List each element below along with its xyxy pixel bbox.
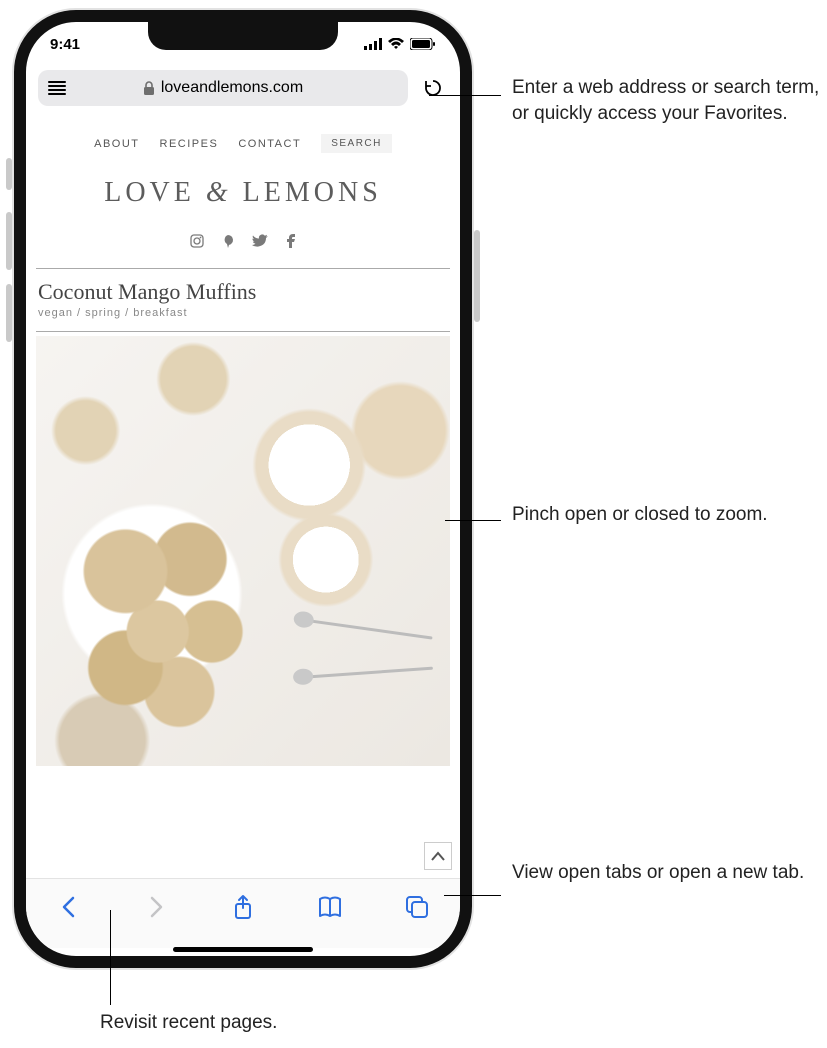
scroll-to-top-button[interactable] [424,842,452,870]
leader-line [429,95,501,96]
reader-view-icon[interactable] [48,81,66,95]
brand-text-pre: LOVE [104,177,195,208]
phone-mute-switch [6,158,12,190]
phone-volume-down [6,284,12,342]
recipe-title[interactable]: Coconut Mango Muffins [26,273,460,307]
brand-text-post: LEMONS [243,177,382,208]
recipe-tags[interactable]: vegan / spring / breakfast [26,307,460,327]
twitter-icon[interactable] [252,234,268,248]
battery-icon [410,38,436,50]
wifi-icon [388,38,404,50]
status-indicators [364,38,436,50]
forward-button [136,887,176,927]
lock-icon [143,81,155,95]
nav-contact[interactable]: CONTACT [238,138,301,150]
share-button[interactable] [223,887,263,927]
share-icon [233,894,253,920]
refresh-button[interactable] [418,73,448,103]
hero-spoon [310,620,433,640]
divider [36,268,450,269]
facebook-icon[interactable] [286,234,296,248]
chevron-left-icon [61,896,77,918]
hero-spoon [309,667,433,679]
url-text: loveandlemons.com [161,79,303,97]
phone-volume-up [6,212,12,270]
callout-urlbar: Enter a web address or search term, or q… [512,75,822,126]
pinterest-icon[interactable] [222,234,234,248]
callout-tabs: View open tabs or open a new tab. [512,860,804,886]
site-nav: ABOUT RECIPES CONTACT SEARCH [26,116,460,163]
cellular-icon [364,38,382,50]
leader-line [444,895,501,896]
url-field[interactable]: loveandlemons.com [38,70,408,106]
webpage-viewport[interactable]: ABOUT RECIPES CONTACT SEARCH LOVE & LEMO… [26,116,460,878]
chevron-up-icon [431,851,445,861]
brand-ampersand: & [206,177,232,208]
site-brand[interactable]: LOVE & LEMONS [26,163,460,224]
leader-line [110,910,111,1005]
nav-recipes[interactable]: RECIPES [160,138,219,150]
callout-zoom: Pinch open or closed to zoom. [512,502,768,528]
recipe-hero-image [36,336,450,766]
hero-muffins [61,499,276,740]
url-bar-row: loveandlemons.com [38,70,448,106]
book-icon [318,896,342,918]
bookmarks-button[interactable] [310,887,350,927]
chevron-right-icon [148,896,164,918]
tabs-button[interactable] [397,887,437,927]
nav-about[interactable]: ABOUT [94,138,139,150]
nav-search-button[interactable]: SEARCH [321,134,392,153]
home-indicator [173,947,313,952]
phone-power-button [474,230,480,322]
safari-toolbar [26,878,460,948]
phone-frame: 9:41 loveandlemons.com ABOUT RECIPES CON… [14,10,472,968]
callout-back: Revisit recent pages. [100,1010,277,1036]
status-time: 9:41 [50,36,80,53]
tabs-icon [405,895,429,919]
phone-notch [148,22,338,50]
back-button[interactable] [49,887,89,927]
divider [36,331,450,332]
social-icons [26,224,460,264]
instagram-icon[interactable] [190,234,204,248]
leader-line [445,520,501,521]
